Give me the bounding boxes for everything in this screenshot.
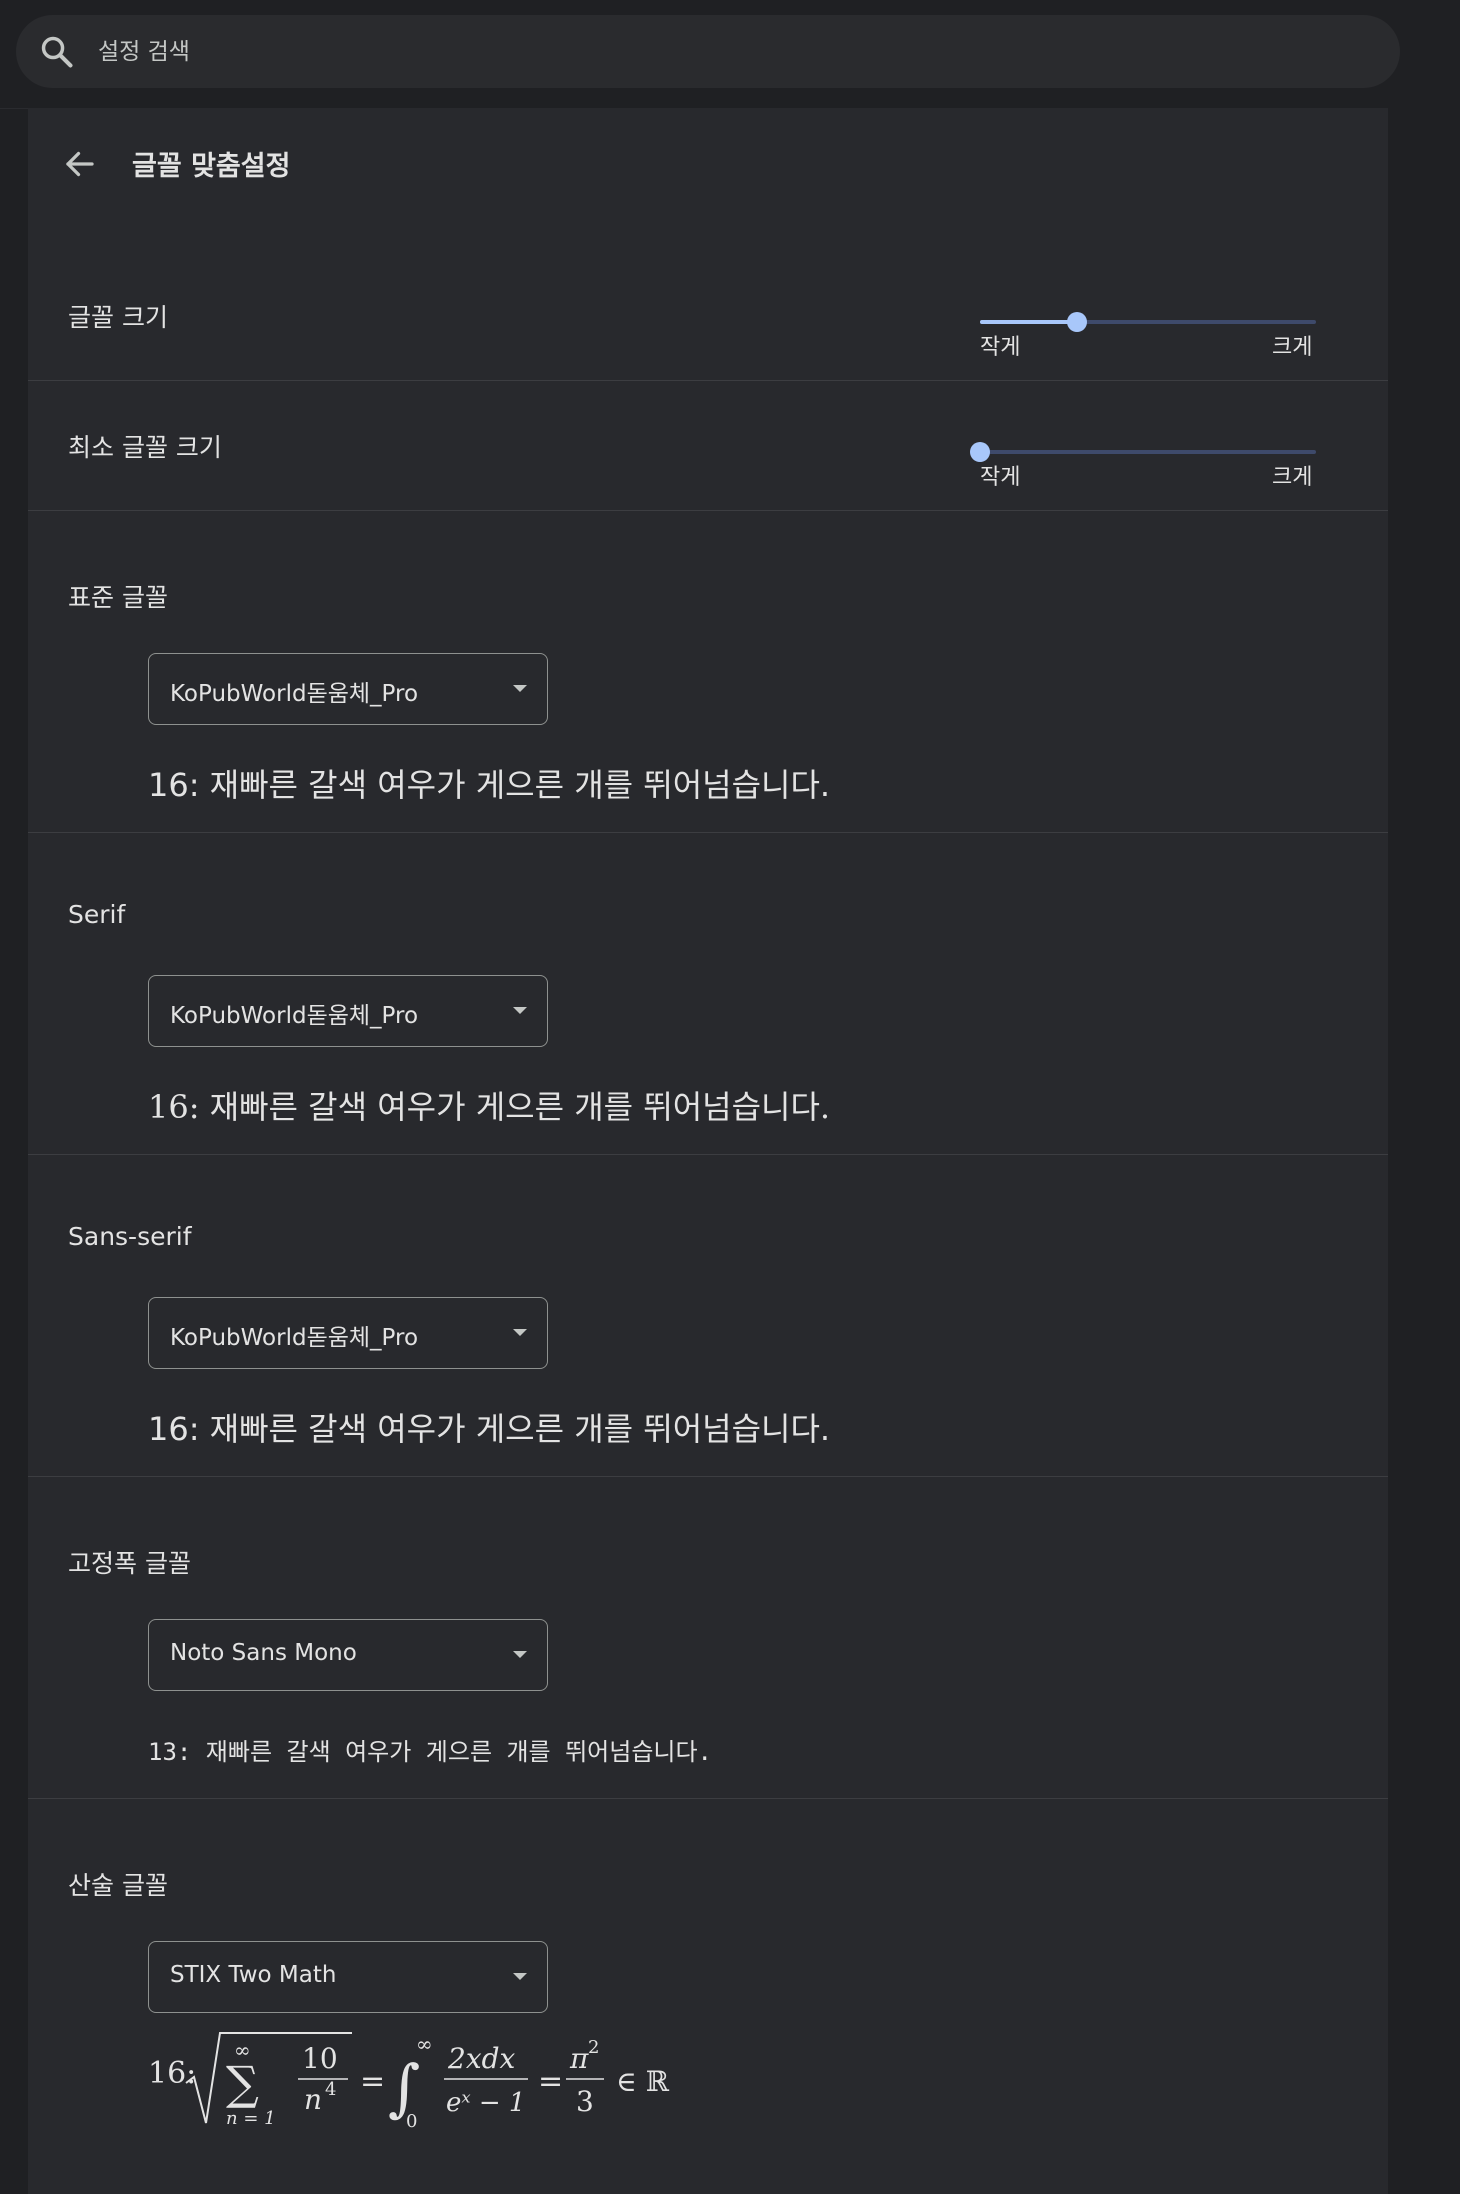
slider-fill xyxy=(980,320,1077,324)
divider xyxy=(28,1476,1388,1477)
equals-sign: = xyxy=(360,2064,385,2099)
dropdown-caret-icon xyxy=(513,1651,527,1658)
font-size-label: 글꼴 크기 xyxy=(68,303,168,332)
right-gutter xyxy=(1388,108,1460,2194)
integral-upper-limit: ∞ xyxy=(416,2032,433,2056)
sans-serif-font-sample: 16: 재빠른 갈색 여우가 게으른 개를 뛰어넘습니다. xyxy=(148,1410,831,1448)
serif-font-sample: 16: 재빠른 갈색 여우가 게으른 개를 뛰어넘습니다. xyxy=(148,1088,831,1126)
fraction3-denominator: 3 xyxy=(576,2085,594,2118)
slider-thumb[interactable] xyxy=(1067,312,1087,332)
serif-font-select[interactable]: KoPubWorld돋움체_Pro xyxy=(148,975,548,1047)
fraction2-denominator: eˣ − 1 xyxy=(446,2088,525,2118)
font-size-max-label: 크게 xyxy=(1272,335,1313,360)
element-of-reals: ∈ ℝ xyxy=(616,2065,670,2098)
min-font-size-max-label: 크게 xyxy=(1272,465,1313,490)
slider-track xyxy=(980,450,1316,454)
serif-font-label: Serif xyxy=(68,900,126,929)
divider xyxy=(28,832,1388,833)
font-size-slider[interactable] xyxy=(980,301,1316,341)
fraction3-numerator-exponent: 2 xyxy=(588,2037,599,2058)
standard-font-sample: 16: 재빠른 갈색 여우가 게으른 개를 뛰어넘습니다. xyxy=(148,766,831,804)
sans-serif-font-value: KoPubWorld돋움체_Pro xyxy=(170,1325,419,1351)
min-font-size-slider[interactable] xyxy=(970,431,1316,471)
divider xyxy=(28,1154,1388,1155)
search-icon xyxy=(41,36,73,68)
page-title: 글꼴 맞춤설정 xyxy=(132,151,291,182)
divider xyxy=(28,510,1388,511)
serif-font-value: KoPubWorld돋움체_Pro xyxy=(170,1003,419,1029)
min-font-size-label: 최소 글꼴 크기 xyxy=(68,433,222,462)
fraction1-denominator: n xyxy=(304,2083,322,2116)
fraction2-numerator: 2xdx xyxy=(447,2042,516,2075)
fixed-width-font-label: 고정폭 글꼴 xyxy=(68,1549,191,1578)
math-font-select[interactable]: STIX Two Math xyxy=(148,1941,548,2013)
standard-font-value: KoPubWorld돋움체_Pro xyxy=(170,681,419,707)
sans-serif-font-label: Sans-serif xyxy=(68,1222,192,1251)
search-box[interactable] xyxy=(16,15,1400,88)
dropdown-caret-icon xyxy=(513,685,527,692)
equals-sign: = xyxy=(538,2064,563,2099)
sans-serif-font-select[interactable]: KoPubWorld돋움체_Pro xyxy=(148,1297,548,1369)
fixed-width-font-value: Noto Sans Mono xyxy=(170,1640,357,1666)
math-font-value: STIX Two Math xyxy=(170,1962,337,1988)
standard-font-select[interactable]: KoPubWorld돋움체_Pro xyxy=(148,653,548,725)
min-font-size-min-label: 작게 xyxy=(980,465,1021,490)
divider xyxy=(28,380,1388,381)
sum-symbol: ∑ xyxy=(226,2056,259,2110)
dropdown-caret-icon xyxy=(513,1973,527,1980)
back-arrow-icon[interactable] xyxy=(62,146,98,182)
page-header: 글꼴 맞춤설정 xyxy=(28,108,1388,218)
fraction1-numerator: 10 xyxy=(302,2042,338,2075)
math-font-sample: 16: ∞ ∑ n = 1 10 n 4 = ∫ ∞ 0 2xdx eˣ − 1… xyxy=(148,2032,670,2132)
font-size-min-label: 작게 xyxy=(980,335,1021,360)
font-settings-card: 글꼴 맞춤설정 글꼴 크기 작게 크게 최소 글꼴 크기 작게 크게 표준 글꼴… xyxy=(28,108,1388,2194)
search-input[interactable] xyxy=(98,29,1378,75)
fraction3-numerator: π xyxy=(569,2042,589,2075)
top-bar xyxy=(0,0,1460,109)
integral-lower-limit: 0 xyxy=(406,2111,417,2132)
dropdown-caret-icon xyxy=(513,1329,527,1336)
dropdown-caret-icon xyxy=(513,1007,527,1014)
math-font-label: 산술 글꼴 xyxy=(68,1871,168,1900)
divider xyxy=(28,1798,1388,1799)
fixed-width-font-select[interactable]: Noto Sans Mono xyxy=(148,1619,548,1691)
sum-lower-limit: n = 1 xyxy=(226,2108,276,2129)
fraction1-denominator-exponent: 4 xyxy=(325,2079,336,2100)
math-sample-prefix: 16: xyxy=(148,2056,196,2091)
standard-font-label: 표준 글꼴 xyxy=(68,583,168,612)
fixed-width-font-sample: 13: 재빠른 갈색 여우가 게으른 개를 뛰어넘습니다. xyxy=(148,1738,713,1766)
